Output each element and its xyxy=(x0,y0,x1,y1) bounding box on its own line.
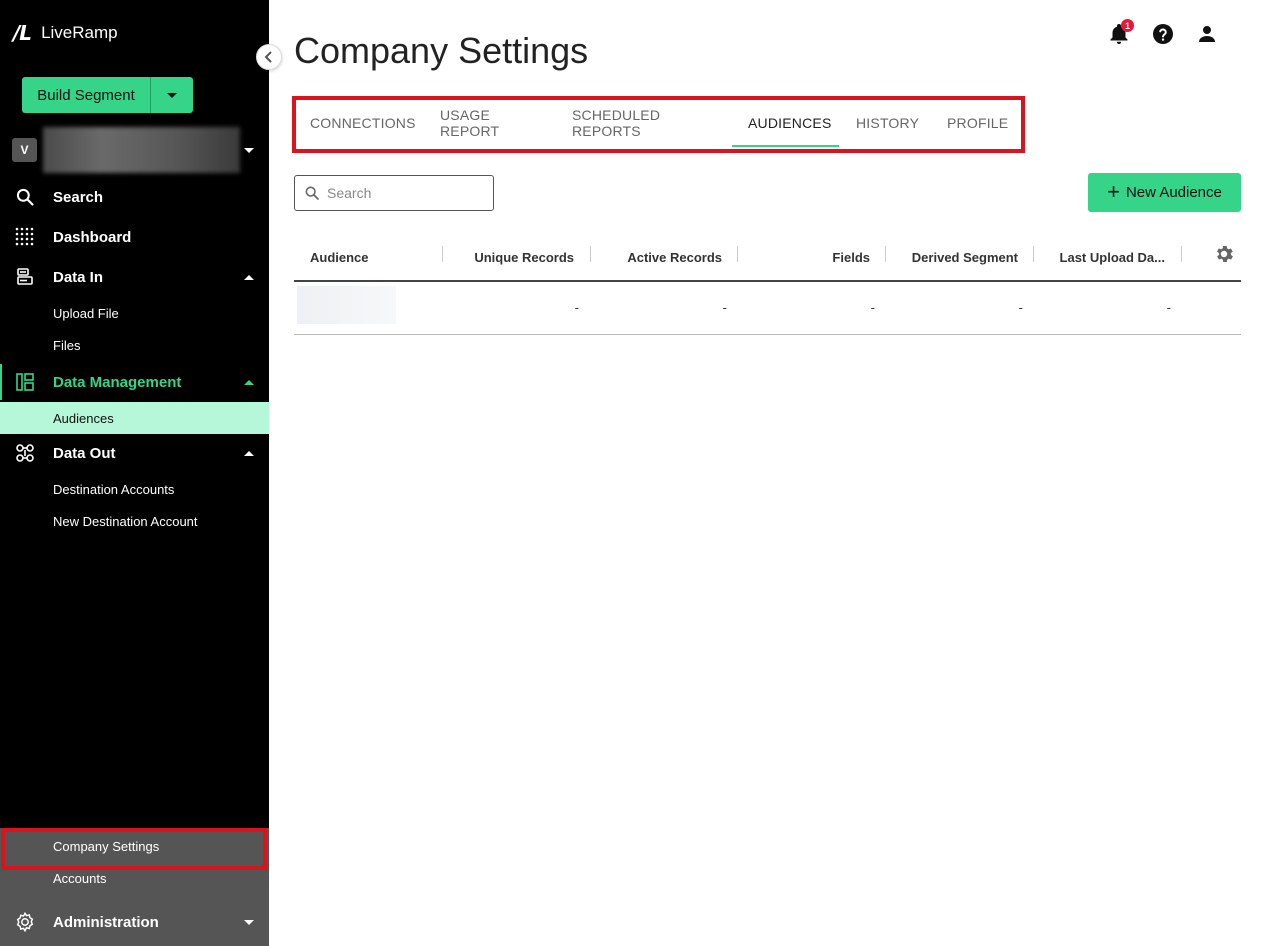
search-icon xyxy=(305,186,319,200)
column-divider[interactable] xyxy=(1181,246,1182,262)
cell-derived-segment: - xyxy=(1018,300,1023,315)
nav-files-label: Files xyxy=(53,337,81,353)
account-name-redacted xyxy=(43,127,240,173)
nav-data-in[interactable]: Data In xyxy=(0,259,269,295)
nav-destination-accounts-label: Destination Accounts xyxy=(53,481,175,497)
search-input[interactable] xyxy=(327,185,477,201)
help-button[interactable] xyxy=(1151,22,1175,46)
tab-history[interactable]: HISTORY xyxy=(856,97,919,149)
gear-icon xyxy=(1217,246,1233,262)
nav-dashboard[interactable]: Dashboard xyxy=(0,219,269,255)
help-icon xyxy=(1153,24,1173,44)
chevron-left-icon xyxy=(264,51,272,63)
nav-dashboard-label: Dashboard xyxy=(53,228,132,246)
collapse-sidebar-button[interactable] xyxy=(256,44,282,70)
nav-upload-file[interactable]: Upload File xyxy=(0,297,269,329)
column-divider[interactable] xyxy=(590,246,591,262)
nav-files[interactable]: Files xyxy=(0,329,269,361)
column-header-unique-records[interactable]: Unique Records xyxy=(474,235,574,280)
nav-audiences-label: Audiences xyxy=(53,410,114,426)
nav-accounts-label: Accounts xyxy=(53,870,107,886)
nav-administration-label: Administration xyxy=(53,913,159,931)
caret-up-icon xyxy=(244,379,254,385)
column-divider[interactable] xyxy=(1033,246,1034,262)
column-header-audience[interactable]: Audience xyxy=(310,235,369,280)
column-divider[interactable] xyxy=(885,246,886,262)
cell-active-records: - xyxy=(722,300,727,315)
nav-data-management-label: Data Management xyxy=(53,373,182,391)
plus-icon: + xyxy=(1107,178,1120,204)
build-segment-dropdown[interactable] xyxy=(151,77,193,113)
caret-down-icon xyxy=(244,919,254,925)
column-header-derived-segment[interactable]: Derived Segment xyxy=(912,235,1018,280)
caret-up-icon xyxy=(244,274,254,280)
nav-data-out-label: Data Out xyxy=(53,444,116,462)
cell-last-upload: - xyxy=(1166,300,1171,315)
build-segment-button-group: Build Segment xyxy=(22,77,193,113)
new-audience-button[interactable]: + New Audience xyxy=(1088,173,1241,212)
column-settings-button[interactable] xyxy=(1213,243,1235,265)
build-segment-button[interactable]: Build Segment xyxy=(22,77,151,113)
column-header-active-records[interactable]: Active Records xyxy=(627,235,722,280)
dashboard-grid-icon xyxy=(14,226,36,248)
nav-audiences[interactable]: Audiences xyxy=(0,402,269,434)
data-in-icon xyxy=(14,266,36,288)
tab-usage-report[interactable]: USAGE REPORT xyxy=(440,97,499,149)
table-header: Audience Unique Records Active Records F… xyxy=(294,235,1241,282)
new-audience-label: New Audience xyxy=(1125,184,1222,201)
nav-administration[interactable]: Administration xyxy=(0,904,269,940)
cell-unique-records: - xyxy=(574,300,579,315)
data-out-icon xyxy=(14,442,36,464)
cell-fields: - xyxy=(870,300,875,315)
nav-data-in-label: Data In xyxy=(53,268,104,286)
sidebar: /L LiveRamp Build Segment V Search Dashb… xyxy=(0,0,269,946)
nav-search[interactable]: Search xyxy=(0,179,269,215)
nav-new-destination-account[interactable]: New Destination Account xyxy=(0,505,269,537)
data-management-icon xyxy=(14,371,36,393)
nav-upload-file-label: Upload File xyxy=(53,305,119,321)
user-menu-button[interactable] xyxy=(1195,22,1219,46)
tab-connections[interactable]: CONNECTIONS xyxy=(310,97,416,149)
column-divider[interactable] xyxy=(737,246,738,262)
table-row[interactable]: - - - - - xyxy=(294,282,1241,335)
search-icon xyxy=(14,186,36,208)
nav-accounts[interactable]: Accounts xyxy=(0,862,269,894)
active-tab-indicator xyxy=(732,145,839,147)
user-icon xyxy=(1199,26,1215,42)
column-header-fields[interactable]: Fields xyxy=(832,235,870,280)
column-header-last-upload[interactable]: Last Upload Da... xyxy=(1060,235,1165,280)
tab-audiences[interactable]: AUDIENCES xyxy=(748,97,831,149)
search-box xyxy=(294,175,494,211)
nav-search-label: Search xyxy=(53,188,104,206)
tab-profile[interactable]: PROFILE xyxy=(947,97,1008,149)
page-title: Company Settings xyxy=(294,30,589,71)
account-badge: V xyxy=(12,138,37,162)
account-switcher[interactable]: V xyxy=(12,127,257,173)
logo-text: LiveRamp xyxy=(41,23,118,42)
notification-count-badge: 1 xyxy=(1121,19,1134,32)
logo-mark: /L xyxy=(13,21,32,45)
nav-new-destination-account-label: New Destination Account xyxy=(53,513,198,529)
tab-scheduled-reports[interactable]: SCHEDULED REPORTS xyxy=(572,97,660,149)
nav-destination-accounts[interactable]: Destination Accounts xyxy=(0,473,269,505)
column-divider[interactable] xyxy=(442,246,443,262)
caret-down-icon xyxy=(244,148,254,153)
caret-down-icon xyxy=(167,92,177,98)
nav-data-management[interactable]: Data Management xyxy=(0,364,269,400)
gear-icon xyxy=(14,911,36,933)
caret-up-icon xyxy=(244,450,254,456)
nav-data-out[interactable]: Data Out xyxy=(0,435,269,471)
audience-name-redacted[interactable] xyxy=(297,286,396,324)
liveramp-logo[interactable]: /L LiveRamp xyxy=(13,21,118,45)
